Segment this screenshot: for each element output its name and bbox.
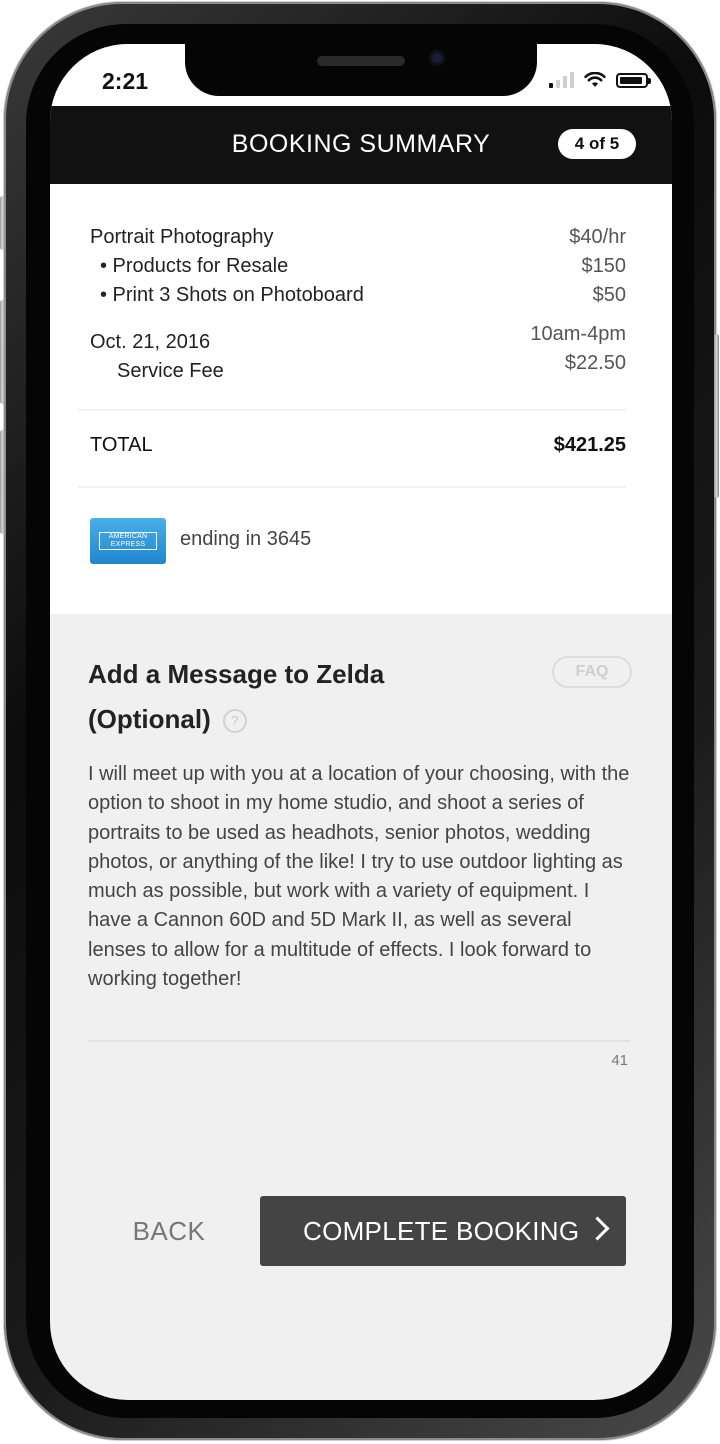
notch xyxy=(185,44,537,96)
addon-item-label: • Print 3 Shots on Photoboard xyxy=(100,284,364,306)
battery-fill xyxy=(620,76,642,84)
service-price: $40/hr xyxy=(569,226,626,248)
divider xyxy=(78,409,626,411)
power-button xyxy=(714,334,719,498)
volume-down-button xyxy=(0,430,5,534)
step-indicator-badge: 4 of 5 xyxy=(558,129,636,159)
message-textarea[interactable]: I will meet up with you at a location of… xyxy=(88,760,634,994)
help-icon[interactable]: ? xyxy=(222,709,247,734)
divider xyxy=(78,486,626,488)
addon-item-price: $50 xyxy=(592,284,626,306)
addon-item-price: $150 xyxy=(581,255,627,277)
total-value: $421.25 xyxy=(553,434,626,456)
wifi-icon xyxy=(584,71,606,87)
chevron-right-icon xyxy=(585,1216,610,1241)
card-ending-text: ending in 3645 xyxy=(180,528,312,550)
volume-up-button xyxy=(0,300,5,404)
service-fee-price: $22.50 xyxy=(564,352,626,374)
character-count: 41 xyxy=(611,1052,628,1069)
header-bar: BOOKING SUMMARY 4 of 5 xyxy=(50,106,672,184)
service-name: Portrait Photography xyxy=(90,226,274,248)
card-brand-text: AMERICAN EXPRESS xyxy=(99,532,157,550)
faq-button[interactable]: FAQ xyxy=(552,656,632,688)
screen: 2:21 BOOKING SUMMARY 4 of 5 Portrait Pho… xyxy=(50,44,672,1400)
complete-booking-button[interactable]: COMPLETE BOOKING xyxy=(260,1196,626,1266)
service-fee-label: Service Fee xyxy=(117,360,224,382)
complete-booking-label: COMPLETE BOOKING xyxy=(303,1216,580,1246)
booking-date: Oct. 21, 2016 xyxy=(90,331,211,353)
back-button[interactable]: BACK xyxy=(114,1196,224,1266)
battery-icon xyxy=(616,72,651,88)
message-field-underline xyxy=(88,1040,630,1042)
front-camera xyxy=(429,50,445,66)
signal-icon xyxy=(549,72,574,88)
mute-switch xyxy=(0,196,5,250)
amex-card-logo: AMERICAN EXPRESS xyxy=(90,518,166,564)
message-section-title: Add a Message to Zelda (Optional)? xyxy=(88,652,508,742)
speaker-grille xyxy=(317,56,405,66)
total-label: TOTAL xyxy=(90,434,153,456)
addon-item-label: • Products for Resale xyxy=(100,255,289,277)
status-time: 2:21 xyxy=(102,68,149,94)
booking-time-range: 10am-4pm xyxy=(530,323,626,345)
booking-summary-panel: Portrait Photography $40/hr • Products f… xyxy=(50,184,672,614)
status-icons xyxy=(549,70,651,90)
